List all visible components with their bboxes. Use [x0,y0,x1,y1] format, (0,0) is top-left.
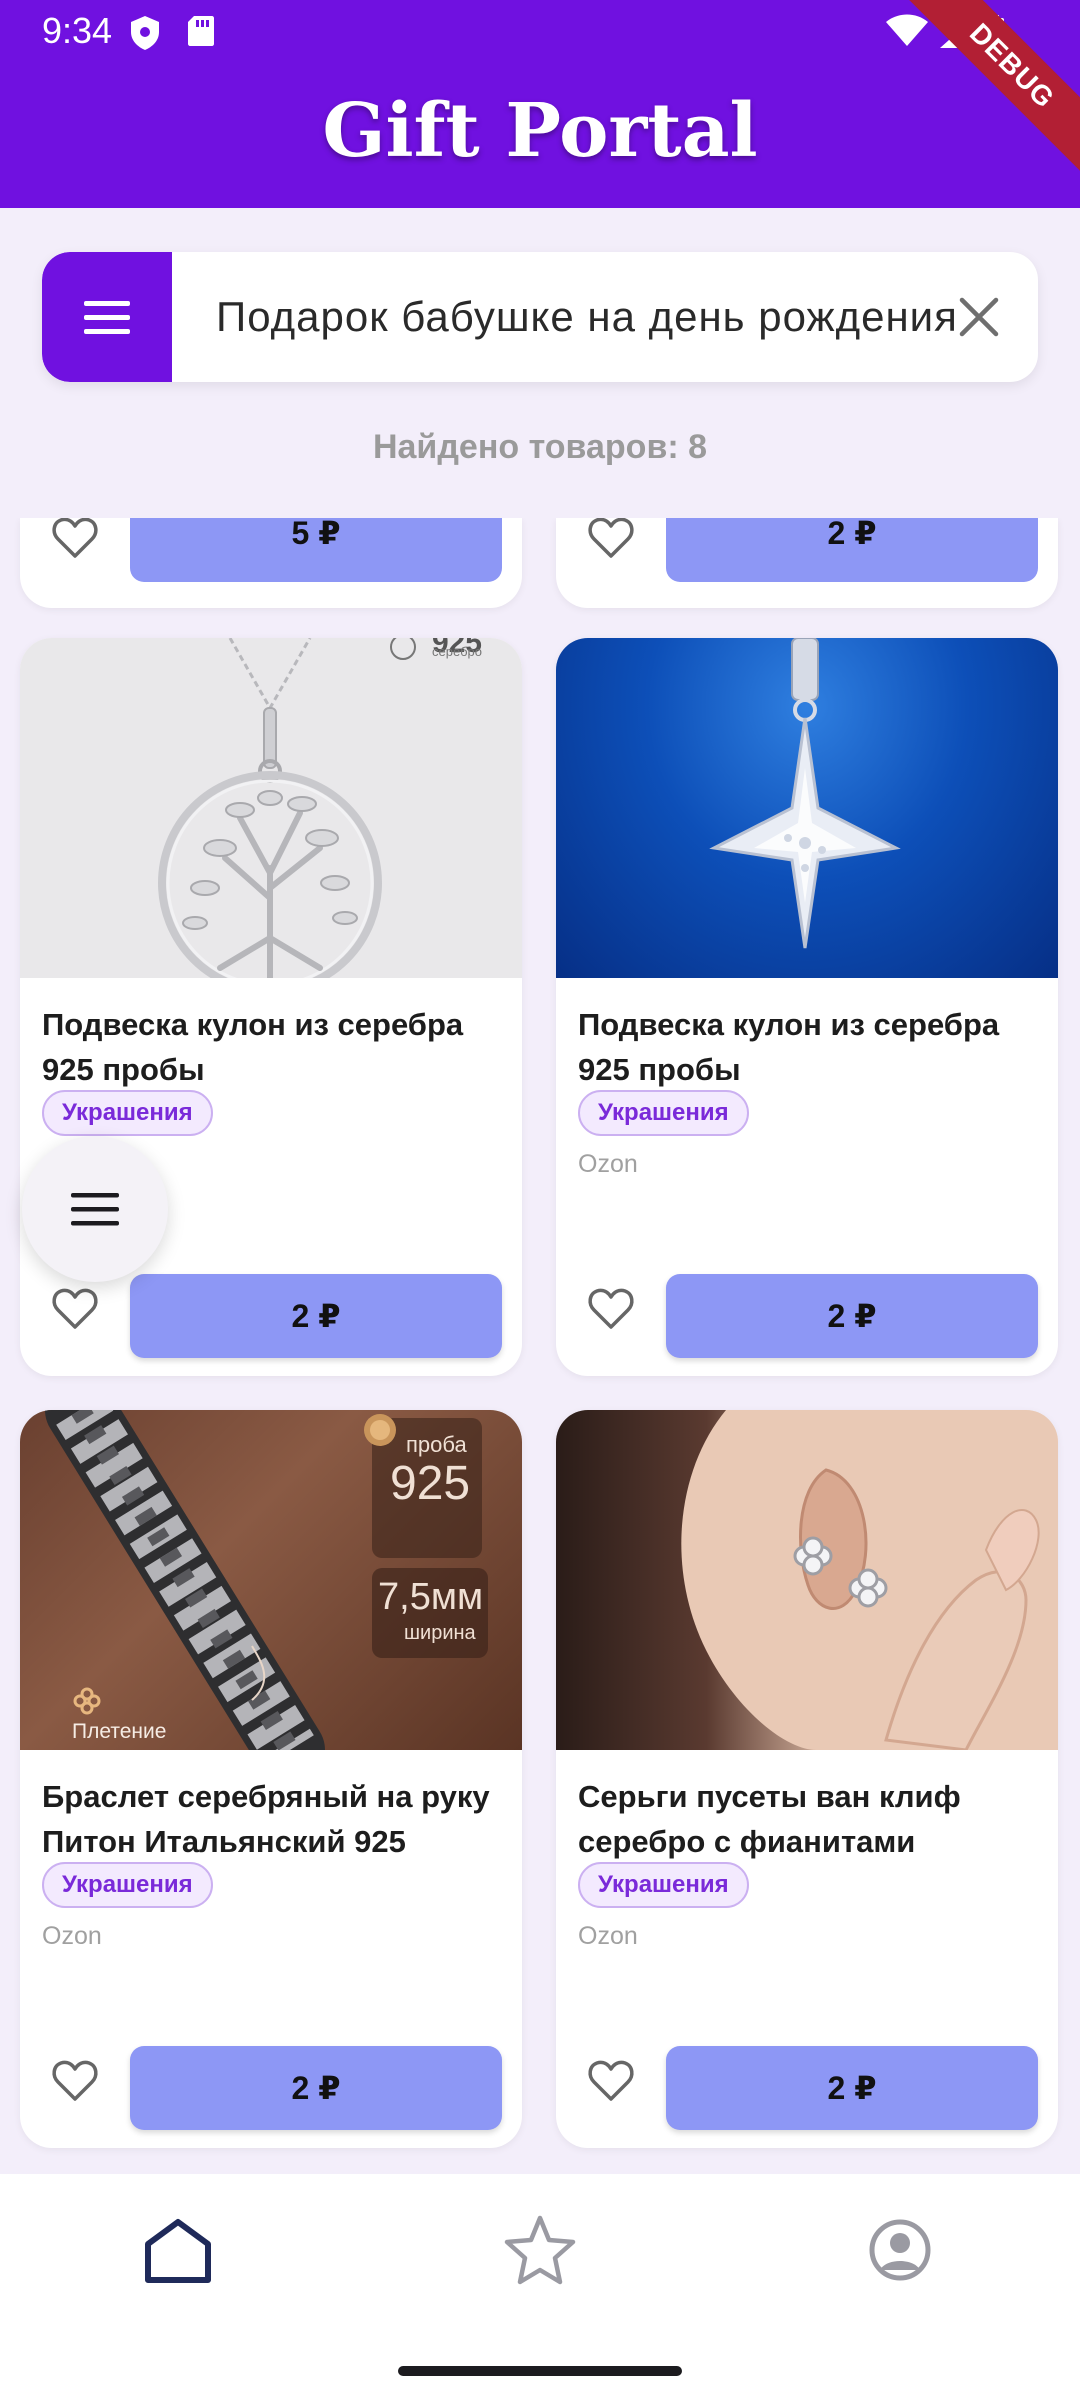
price-button[interactable]: 2 ₽ [666,2046,1038,2130]
search-query-text: Подарок бабушке на день рождения [216,293,958,340]
search-bar: Подарок бабушке на день рождения [42,252,1038,382]
app-title: Gift Portal [322,88,758,174]
price-button[interactable]: 2 ₽ [130,2046,502,2130]
product-card-partial: 2 ₽ [556,518,1058,608]
tree-of-life-pendant-image [158,638,382,978]
product-image: 925 серебро [20,638,522,978]
hamburger-icon [84,301,130,334]
heart-icon[interactable] [50,2055,100,2105]
clear-search-icon[interactable] [954,292,1004,342]
silver-stamp-label: серебро [432,644,482,659]
category-chip: Украшения [42,1090,213,1136]
weave-label: Плетение [72,1720,167,1743]
home-indicator [398,2366,682,2376]
hamburger-icon [71,1193,119,1226]
product-name: Подвеска кулон из серебра 925 пробы [578,1007,1000,1087]
search-input[interactable]: Подарок бабушке на день рождения [216,252,958,382]
product-name: Браслет серебряный на руку Питон Итальян… [42,1779,490,1859]
heart-icon[interactable] [50,1283,100,1333]
floating-menu-button[interactable] [22,1136,168,1282]
wifi-icon [886,14,928,46]
store-label: Ozon [42,1922,102,1950]
price-button[interactable]: 2 ₽ [666,518,1038,582]
product-name: Серьги пусеты ван клиф серебро с фианита… [578,1779,961,1859]
menu-button[interactable] [42,252,172,382]
product-card[interactable]: проба 925 7,5мм ширина Плетение Браслет … [20,1410,522,2148]
results-count: Найдено товаров: 8 [372,428,708,466]
heart-icon[interactable] [586,518,636,562]
app-bar: 9:34 Gift Portal DEBUG [0,0,1080,208]
product-card[interactable]: Подвеска кулон из серебра 925 пробы Укра… [556,638,1058,1376]
probe-label: проба [406,1432,467,1457]
price-button[interactable]: 2 ₽ [130,1274,502,1358]
sd-card-icon [188,16,214,46]
stamp-logo-icon [390,638,416,660]
product-image [556,638,1058,978]
product-image: проба 925 7,5мм ширина Плетение [20,1410,522,1750]
store-label: Ozon [578,1922,638,1950]
heart-icon[interactable] [586,2055,636,2105]
price-button[interactable]: 5 ₽ [130,518,502,582]
probe-value: 925 [390,1457,471,1510]
category-chip: Украшения [578,1862,749,1908]
home-icon[interactable] [138,2210,218,2290]
product-card[interactable]: Серьги пусеты ван клиф серебро с фианита… [556,1410,1058,2148]
star-icon[interactable] [500,2210,580,2290]
product-grid: 5 ₽ 2 ₽ 925 серебро Подвеска кулон из се… [0,518,1080,2174]
status-time: 9:34 [42,10,113,51]
product-card-partial: 5 ₽ [20,518,522,608]
price-button[interactable]: 2 ₽ [666,1274,1038,1358]
category-chip: Украшения [42,1862,213,1908]
product-name: Подвеска кулон из серебра 925 пробы [42,1007,464,1087]
clover-earrings-image [681,1410,1058,1750]
store-label: Ozon [578,1150,638,1178]
gold-badge-icon [364,1414,396,1446]
width-value: 7,5мм [378,1576,484,1618]
weave-icon [73,1687,101,1715]
bottom-navigation [0,2174,1080,2400]
heart-icon[interactable] [50,518,100,562]
category-chip: Украшения [578,1090,749,1136]
star-pendant-image [709,638,901,949]
product-image [556,1410,1058,1750]
profile-icon[interactable] [860,2210,940,2290]
width-label: ширина [404,1622,476,1644]
heart-icon[interactable] [586,1283,636,1333]
shield-icon [131,16,159,50]
